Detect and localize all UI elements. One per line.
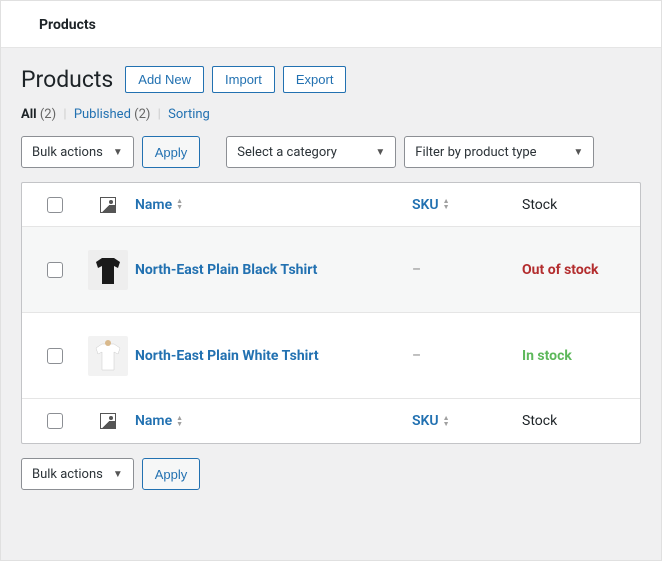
heading-row: Products Add New Import Export: [21, 66, 641, 93]
table-row: North-East Plain White Tshirt – In stock: [22, 313, 640, 399]
row-checkbox[interactable]: [47, 348, 63, 364]
add-new-button[interactable]: Add New: [125, 66, 204, 93]
filter-published[interactable]: Published: [74, 107, 131, 122]
stock-status: Out of stock: [522, 262, 632, 278]
status-filters: All (2) | Published (2) | Sorting: [21, 107, 641, 122]
product-thumbnail[interactable]: [88, 336, 128, 376]
bulk-actions-select[interactable]: Bulk actions ▼: [21, 136, 134, 168]
sort-icon: ▲▼: [443, 199, 450, 210]
product-name-link[interactable]: North-East Plain Black Tshirt: [135, 262, 317, 278]
image-column-icon: [100, 197, 116, 213]
category-label: Select a category: [237, 145, 337, 160]
stock-column-header: Stock: [522, 197, 632, 213]
filter-sorting[interactable]: Sorting: [168, 107, 210, 122]
products-table: Name ▲▼ SKU ▲▼ Stock: [21, 182, 641, 444]
sort-icon: ▲▼: [176, 199, 183, 210]
filter-published-count: (2): [134, 107, 150, 122]
apply-button-bottom[interactable]: Apply: [142, 458, 201, 490]
table-header: Name ▲▼ SKU ▲▼ Stock: [22, 183, 640, 227]
bulk-actions-label: Bulk actions: [32, 145, 103, 160]
table-footer: Name ▲▼ SKU ▲▼ Stock: [22, 399, 640, 443]
apply-button-top[interactable]: Apply: [142, 136, 201, 168]
stock-column-footer: Stock: [522, 413, 632, 429]
name-column-header[interactable]: Name ▲▼: [135, 197, 183, 213]
sort-icon: ▲▼: [443, 416, 450, 427]
sku-column-footer[interactable]: SKU ▲▼: [412, 413, 450, 429]
product-thumbnail[interactable]: [88, 250, 128, 290]
product-type-label: Filter by product type: [415, 145, 536, 160]
category-select[interactable]: Select a category ▼: [226, 136, 396, 168]
top-controls: Bulk actions ▼ Apply Select a category ▼…: [21, 136, 641, 168]
filter-all-count: (2): [40, 107, 56, 122]
bulk-actions-select-bottom[interactable]: Bulk actions ▼: [21, 458, 134, 490]
chevron-down-icon: ▼: [113, 469, 123, 480]
name-column-footer[interactable]: Name ▲▼: [135, 413, 183, 429]
bulk-actions-label: Bulk actions: [32, 467, 103, 482]
topbar-title: Products: [39, 17, 623, 33]
table-row: North-East Plain Black Tshirt – Out of s…: [22, 227, 640, 313]
bottom-controls: Bulk actions ▼ Apply: [21, 458, 641, 490]
product-name-link[interactable]: North-East Plain White Tshirt: [135, 348, 319, 364]
product-sku: –: [412, 348, 522, 364]
import-button[interactable]: Import: [212, 66, 275, 93]
sort-icon: ▲▼: [176, 416, 183, 427]
select-all-checkbox-footer[interactable]: [47, 413, 63, 429]
row-checkbox[interactable]: [47, 262, 63, 278]
chevron-down-icon: ▼: [375, 147, 385, 158]
topbar: Products: [1, 1, 661, 48]
sku-column-header[interactable]: SKU ▲▼: [412, 197, 450, 213]
product-sku: –: [412, 262, 522, 278]
chevron-down-icon: ▼: [113, 147, 123, 158]
export-button[interactable]: Export: [283, 66, 347, 93]
filter-all[interactable]: All: [21, 107, 37, 122]
page-title: Products: [21, 66, 113, 93]
product-type-select[interactable]: Filter by product type ▼: [404, 136, 594, 168]
stock-status: In stock: [522, 348, 632, 364]
image-column-icon: [100, 413, 116, 429]
select-all-checkbox[interactable]: [47, 197, 63, 213]
chevron-down-icon: ▼: [573, 147, 583, 158]
